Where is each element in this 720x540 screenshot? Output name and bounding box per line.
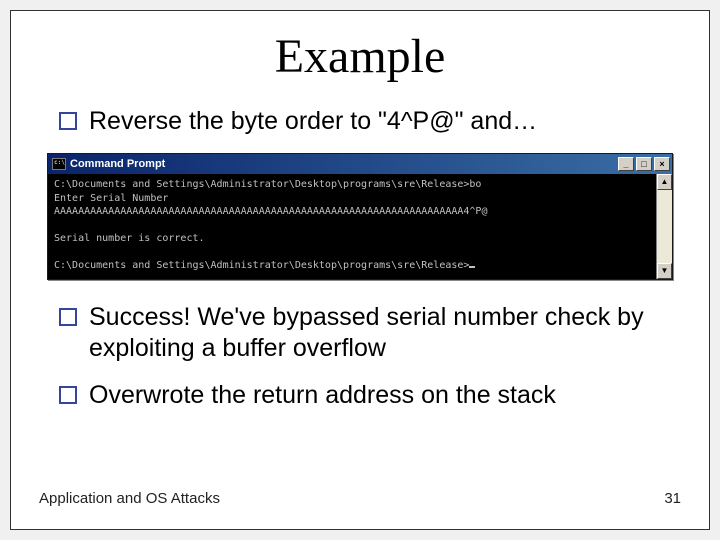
terminal-line: Enter Serial Number (54, 193, 168, 204)
square-bullet-icon (59, 112, 77, 130)
minimize-button[interactable]: _ (618, 157, 634, 171)
terminal-line: Serial number is correct. (54, 233, 205, 244)
square-bullet-icon (59, 386, 77, 404)
slide-title: Example (29, 29, 691, 84)
footer-left: Application and OS Attacks (39, 490, 220, 507)
terminal-line: C:\Documents and Settings\Administrator\… (54, 179, 481, 190)
scroll-down-button[interactable]: ▼ (657, 263, 672, 279)
square-bullet-icon (59, 308, 77, 326)
terminal-line: C:\Documents and Settings\Administrator\… (54, 260, 469, 271)
cursor-icon (469, 266, 475, 268)
command-prompt-icon (52, 158, 66, 170)
bullet-2-text: Success! We've bypassed serial number ch… (89, 302, 681, 365)
terminal-area: C:\Documents and Settings\Administrator\… (48, 174, 672, 279)
slide: Example Reverse the byte order to "4^P@"… (10, 10, 710, 530)
window-title-text: Command Prompt (70, 158, 618, 170)
bullet-2: Success! We've bypassed serial number ch… (59, 302, 681, 365)
maximize-button[interactable]: □ (636, 157, 652, 171)
close-button[interactable]: × (654, 157, 670, 171)
window-buttons: _ □ × (618, 157, 670, 171)
command-prompt-window: Command Prompt _ □ × C:\Documents and Se… (47, 153, 673, 280)
scroll-up-button[interactable]: ▲ (657, 174, 672, 190)
bullet-3-text: Overwrote the return address on the stac… (89, 380, 556, 411)
vertical-scrollbar[interactable]: ▲ ▼ (656, 174, 672, 279)
page-number: 31 (664, 490, 681, 507)
terminal-line: AAAAAAAAAAAAAAAAAAAAAAAAAAAAAAAAAAAAAAAA… (54, 206, 487, 217)
window-titlebar[interactable]: Command Prompt _ □ × (48, 154, 672, 174)
terminal-output[interactable]: C:\Documents and Settings\Administrator\… (48, 174, 672, 279)
bullet-3: Overwrote the return address on the stac… (59, 380, 681, 411)
slide-footer: Application and OS Attacks 31 (39, 490, 681, 507)
bullet-1-text: Reverse the byte order to "4^P@" and… (89, 106, 537, 137)
scroll-track[interactable] (657, 190, 672, 263)
bullet-1: Reverse the byte order to "4^P@" and… (59, 106, 691, 137)
